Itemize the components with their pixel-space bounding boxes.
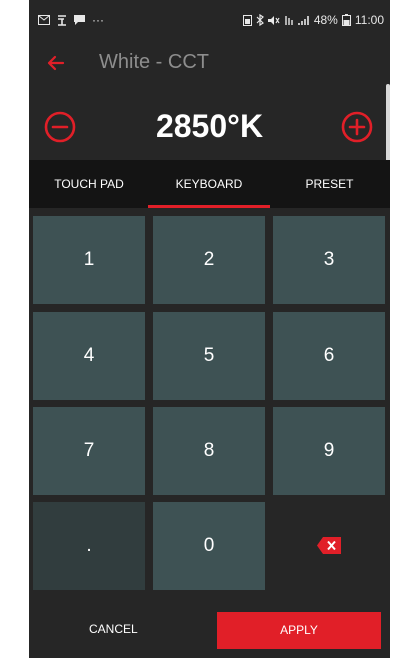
- active-tab-indicator: [148, 205, 270, 208]
- status-left-icons: ···: [38, 13, 104, 27]
- status-right-icons: 48% 11:00: [242, 13, 384, 27]
- status-ellipsis: ···: [92, 13, 104, 27]
- battery-icon: [341, 14, 351, 26]
- app-bar: White - CCT: [29, 42, 390, 84]
- key-7[interactable]: 7: [33, 407, 145, 495]
- message-icon: [74, 15, 85, 25]
- key-4[interactable]: 4: [33, 312, 145, 400]
- network-icon: [284, 15, 294, 26]
- key-2[interactable]: 2: [153, 216, 265, 304]
- key-9[interactable]: 9: [273, 407, 385, 495]
- battery-saver-icon: [242, 14, 252, 26]
- phone-screen: ··· 48% 11:00 White - CCT 2850°K TOUCH P…: [29, 0, 390, 658]
- apply-button[interactable]: APPLY: [217, 612, 381, 649]
- bluetooth-icon: [256, 14, 264, 26]
- action-bar: CANCEL APPLY: [29, 602, 390, 658]
- temperature-value: 2850°K: [155, 108, 264, 144]
- battery-percent: 48%: [313, 13, 338, 27]
- tab-preset[interactable]: PRESET: [269, 160, 390, 208]
- signal-sim-icon: [57, 14, 67, 26]
- mail-icon: [38, 15, 50, 25]
- key-1[interactable]: 1: [33, 216, 145, 304]
- status-bar: ··· 48% 11:00: [29, 0, 390, 42]
- key-0[interactable]: 0: [153, 502, 265, 590]
- key-8[interactable]: 8: [153, 407, 265, 495]
- key-5[interactable]: 5: [153, 312, 265, 400]
- backspace-icon: [317, 537, 341, 554]
- cancel-button[interactable]: CANCEL: [89, 622, 138, 636]
- backspace-key[interactable]: [273, 502, 385, 590]
- key-decimal[interactable]: .: [33, 502, 145, 590]
- tab-keyboard[interactable]: KEYBOARD: [149, 160, 269, 208]
- mute-icon: [267, 15, 280, 26]
- tab-touch-pad[interactable]: TOUCH PAD: [29, 160, 149, 208]
- mode-tabs: TOUCH PAD KEYBOARD PRESET: [29, 160, 390, 208]
- back-arrow-icon[interactable]: [43, 50, 69, 76]
- clock: 11:00: [354, 13, 384, 27]
- signal-icon: [298, 15, 310, 26]
- page-title: White - CCT: [99, 51, 209, 73]
- key-6[interactable]: 6: [273, 312, 385, 400]
- plus-circle-icon[interactable]: [340, 110, 374, 144]
- temperature-row: 2850°K: [29, 100, 390, 156]
- key-3[interactable]: 3: [273, 216, 385, 304]
